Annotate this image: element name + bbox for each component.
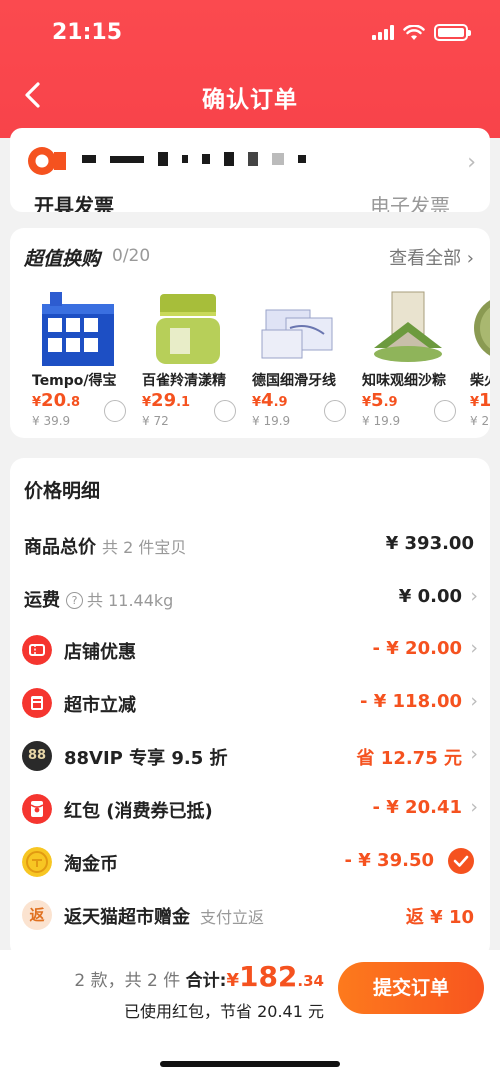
address-chevron-icon: ›: [467, 150, 476, 175]
upsell-card: 超值换购 0/20 查看全部 › Tempo/得宝 ¥20.8 ¥ 39.9 百…: [10, 228, 490, 438]
select-radio[interactable]: [434, 400, 456, 422]
wifi-icon: [403, 24, 425, 40]
product-original-price: ¥ 72: [142, 414, 169, 428]
row-value: 省 12.75 元: [356, 748, 462, 769]
product-original-price: ¥ 19.9: [362, 414, 401, 428]
upsell-item[interactable]: 百雀羚清漾精 ¥29.1 ¥ 72: [130, 286, 240, 428]
product-original-price: ¥ 2: [470, 414, 490, 428]
row-value: - ¥ 20.00: [372, 638, 462, 659]
chevron-right-icon: ›: [470, 637, 478, 659]
product-price: ¥29.1: [142, 390, 191, 411]
tissue-product-image: [42, 292, 114, 366]
vip-88-icon: 88: [22, 741, 52, 771]
gold-coin-icon: [22, 847, 52, 877]
total-dec: .34: [297, 972, 324, 990]
upsell-count: 0/20: [112, 246, 151, 266]
upsell-list: Tempo/得宝 ¥20.8 ¥ 39.9 百雀羚清漾精 ¥29.1 ¥ 72: [10, 286, 490, 436]
upsell-item[interactable]: 知味观细沙粽 ¥5.9 ¥ 19.9: [350, 286, 460, 428]
order-total: 2 款，共 2 件 合计:¥182.34: [74, 960, 324, 993]
row-label: 运费: [24, 590, 60, 611]
row-label: 店铺优惠: [64, 642, 136, 663]
row-value: 返 ¥ 10: [405, 907, 474, 928]
food-product-image: [474, 300, 490, 356]
check-icon: [453, 855, 469, 867]
upsell-title: 超值换购: [24, 248, 101, 270]
battery-icon: [434, 24, 471, 41]
product-name: Tempo/得宝: [32, 373, 117, 389]
location-logo-icon: [28, 147, 66, 175]
zongzi-product-image: [374, 291, 442, 362]
invoice-value[interactable]: 电子发票: [370, 190, 450, 212]
discount-tag-icon: [22, 688, 52, 718]
row-value: - ¥ 20.41: [372, 797, 462, 818]
chevron-right-icon: ›: [470, 585, 478, 607]
row-sub: 共 11.44kg: [87, 591, 174, 610]
chevron-right-icon: ›: [470, 796, 478, 818]
select-radio[interactable]: [324, 400, 346, 422]
row-label: 超市立减: [64, 695, 136, 716]
product-price: ¥1: [470, 390, 490, 411]
price-row-market-discount[interactable]: 超市立减 - ¥ 118.00 ›: [10, 682, 490, 722]
row-value: ¥ 393.00: [385, 533, 474, 554]
coupon-icon: [22, 635, 52, 665]
signal-icon: [372, 25, 394, 40]
coin-checkbox[interactable]: [448, 848, 474, 874]
price-row-vip[interactable]: 88 88VIP 专享 9.5 折 省 12.75 元 ›: [10, 735, 490, 775]
invoice-label: 开具发票: [34, 194, 114, 212]
row-label: 返天猫超市赠金: [64, 907, 190, 928]
row-label: 88VIP 专享 9.5 折: [64, 748, 228, 769]
product-name: 知味观细沙粽: [362, 373, 446, 389]
price-row-shop-discount[interactable]: 店铺优惠 - ¥ 20.00 ›: [10, 629, 490, 669]
product-name: 柴火: [470, 373, 490, 389]
product-price: ¥5.9: [362, 390, 398, 411]
price-detail-card: 价格明细 商品总价共 2 件宝贝 ¥ 393.00 运费? 共 11.44kg ¥…: [10, 458, 490, 958]
row-value: - ¥ 118.00: [360, 691, 462, 712]
masked-address: [82, 152, 306, 166]
view-all-link[interactable]: 查看全部 ›: [389, 244, 474, 270]
product-name: 德国细滑牙线: [252, 373, 336, 389]
row-sub: 支付立返: [200, 908, 265, 927]
upsell-item[interactable]: 柴火 ¥1 ¥ 2: [460, 286, 490, 428]
price-row-coins[interactable]: 淘金币 - ¥ 39.50: [10, 841, 490, 881]
product-original-price: ¥ 19.9: [252, 414, 291, 428]
total-label: 合计:: [185, 971, 227, 991]
row-label: 商品总价: [24, 537, 96, 558]
address-card[interactable]: › 开具发票 电子发票: [10, 128, 490, 212]
product-original-price: ¥ 39.9: [32, 414, 71, 428]
product-name: 百雀羚清漾精: [142, 373, 226, 389]
submit-order-button[interactable]: 提交订单: [338, 962, 484, 1014]
price-row-subtotal: 商品总价共 2 件宝贝 ¥ 393.00: [10, 524, 490, 564]
chevron-right-icon: ›: [470, 690, 478, 712]
total-int: 182: [238, 960, 298, 993]
upsell-item[interactable]: 德国细滑牙线 ¥4.9 ¥ 19.9: [240, 286, 350, 428]
price-row-shipping[interactable]: 运费? 共 11.44kg ¥ 0.00 ›: [10, 577, 490, 617]
page-title: 确认订单: [202, 87, 298, 113]
row-label: 红包 (消费券已抵): [64, 801, 213, 822]
status-time: 21:15: [52, 20, 123, 45]
cashback-icon: 返: [22, 900, 52, 930]
product-price: ¥20.8: [32, 390, 81, 411]
total-currency: ¥: [226, 970, 239, 991]
select-radio[interactable]: [214, 400, 236, 422]
row-sub: 共 2 件宝贝: [102, 538, 187, 557]
row-value: - ¥ 39.50: [344, 850, 434, 871]
status-icons: [372, 24, 471, 41]
floss-product-image: [261, 309, 333, 359]
price-detail-title: 价格明细: [24, 480, 101, 502]
chevron-right-icon: ›: [470, 743, 478, 765]
row-label: 淘金币: [64, 854, 118, 875]
red-packet-icon: [22, 794, 52, 824]
select-radio[interactable]: [104, 400, 126, 422]
product-price: ¥4.9: [252, 390, 288, 411]
item-count: 2 款，共 2 件: [74, 971, 181, 991]
cream-jar-image: [156, 294, 220, 364]
home-indicator: [160, 1061, 340, 1067]
upsell-item[interactable]: Tempo/得宝 ¥20.8 ¥ 39.9: [20, 286, 130, 428]
header: 21:15 确认订单: [0, 0, 500, 138]
price-row-red-packet[interactable]: 红包 (消费券已抵) - ¥ 20.41 ›: [10, 788, 490, 828]
price-row-cashback: 返 返天猫超市赠金 支付立返 返 ¥ 10: [10, 894, 490, 934]
question-icon[interactable]: ?: [66, 592, 83, 609]
row-value: ¥ 0.00: [398, 586, 462, 607]
savings-text: 已使用红包，节省 20.41 元: [124, 1002, 324, 1021]
